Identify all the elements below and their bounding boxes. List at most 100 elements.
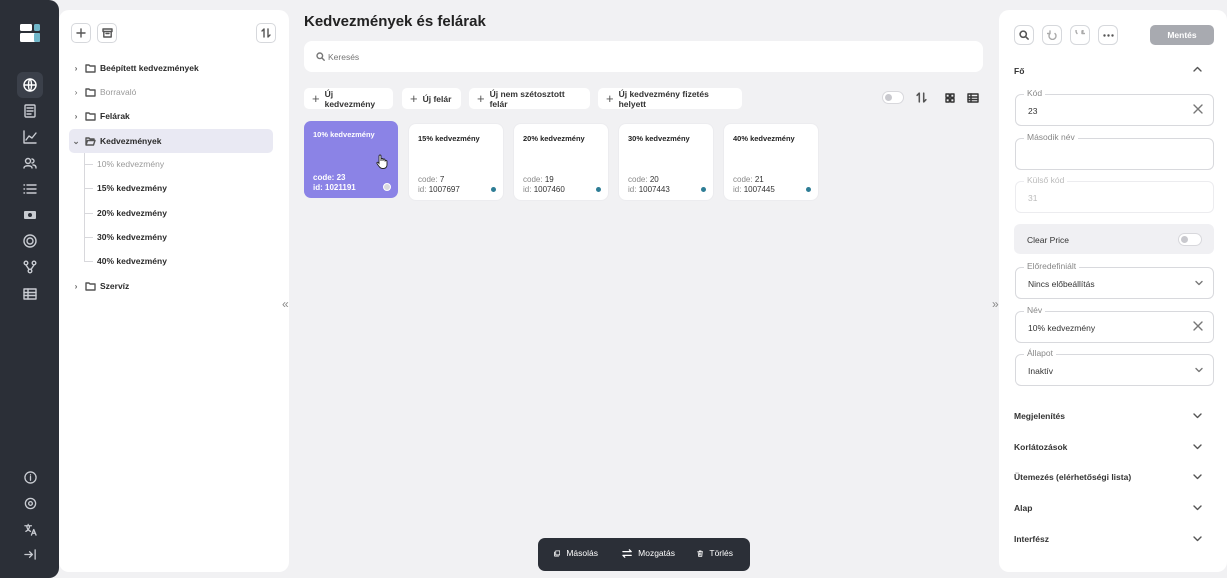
move-button[interactable]: Mozgatás [613, 541, 684, 565]
tree-guide-tick [84, 213, 93, 214]
tree-child-item[interactable]: 15% kedvezmény [97, 178, 167, 198]
lifebuoy-icon[interactable] [17, 228, 43, 254]
code-field[interactable]: 23 [1015, 94, 1214, 126]
section-interface[interactable]: Interfész [1014, 534, 1049, 544]
gear-icon[interactable] [17, 490, 43, 516]
discount-card[interactable]: 15% kedvezmény code: 7 id: 1007697 [409, 124, 503, 200]
tree-item-tips[interactable]: › Borravaló [69, 81, 273, 103]
redo-icon[interactable] [1070, 25, 1090, 45]
section-main-title: Fő [1014, 66, 1025, 76]
sort-button[interactable] [256, 23, 276, 43]
name-field[interactable]: 10% kedvezmény [1015, 311, 1214, 343]
move-icon [622, 548, 632, 558]
save-button[interactable]: Mentés [1150, 25, 1214, 45]
chevron-up-icon[interactable] [1193, 66, 1202, 72]
logo-icon [20, 24, 40, 42]
info-icon[interactable] [17, 464, 43, 490]
clear-price-label: Clear Price [1027, 235, 1070, 245]
tree-item-surcharges[interactable]: › Felárak [69, 105, 273, 127]
new-discount-instead-of-payment-button[interactable]: + Új kedvezmény fizetés helyett [598, 88, 742, 109]
collapse-left-icon[interactable]: « [282, 297, 289, 311]
search-icon[interactable] [1014, 25, 1034, 45]
tree-item-discounts[interactable]: ⌄ Kedvezmények [69, 129, 273, 153]
card-meta: code: 20 id: 1007443 [628, 175, 670, 194]
document-icon[interactable] [17, 98, 43, 124]
tree-guide-line [84, 153, 85, 262]
chevron-down-icon[interactable] [1193, 444, 1202, 450]
second-name-field[interactable] [1015, 138, 1214, 170]
copy-button[interactable]: Másolás [545, 541, 607, 565]
section-schedule[interactable]: Ütemezés (elérhetőségi lista) [1014, 472, 1131, 482]
chevron-down-icon[interactable] [1193, 536, 1202, 542]
search-input[interactable] [328, 49, 928, 65]
new-discount-button[interactable]: + Új kedvezmény [304, 88, 393, 109]
card-title: 15% kedvezmény [418, 134, 480, 143]
flow-icon[interactable] [17, 254, 43, 280]
tree-child-item[interactable]: 20% kedvezmény [97, 203, 167, 223]
status-select[interactable]: Inaktív [1015, 354, 1214, 386]
more-icon[interactable] [1098, 25, 1118, 45]
archive-button[interactable] [97, 23, 117, 43]
status-dot [701, 187, 706, 192]
status-value: Inaktív [1028, 366, 1054, 376]
chart-icon[interactable] [17, 124, 43, 150]
add-folder-button[interactable] [71, 23, 91, 43]
tree-guide-tick [84, 237, 93, 238]
undo-icon[interactable] [1042, 25, 1062, 45]
discount-card[interactable]: 10% kedvezmény code: 23 id: 1021191 [304, 121, 398, 198]
tree-item-builtin-discounts[interactable]: › Beépített kedvezmények [69, 57, 273, 79]
logout-icon[interactable] [17, 541, 43, 567]
plus-icon: + [312, 91, 320, 106]
card-meta: code: 7 id: 1007697 [418, 175, 460, 194]
tree-item-label: Borravaló [100, 87, 137, 97]
status-dot [383, 183, 391, 191]
chevron-down-icon[interactable] [1193, 474, 1202, 480]
chevron-down-icon[interactable] [1193, 505, 1202, 511]
card-title: 20% kedvezmény [523, 134, 585, 143]
chevron-right-icon[interactable]: › [69, 63, 83, 73]
discount-card[interactable]: 30% kedvezmény code: 20 id: 1007443 [619, 124, 713, 200]
chevron-right-icon[interactable]: › [69, 111, 83, 121]
cash-icon[interactable] [17, 202, 43, 228]
tree-item-label: Szervíz [100, 281, 130, 291]
clear-price-toggle[interactable] [1178, 233, 1202, 246]
chevron-right-icon[interactable]: › [69, 87, 83, 97]
chevron-down-icon[interactable]: ⌄ [69, 136, 83, 147]
table-view-icon[interactable] [967, 93, 979, 103]
table-icon[interactable] [17, 281, 43, 307]
translate-icon[interactable] [17, 516, 43, 542]
card-title: 10% kedvezmény [313, 130, 375, 139]
view-toggle-switch[interactable] [882, 91, 904, 104]
new-undistributed-surcharge-button[interactable]: + Új nem szétosztott felár [469, 88, 590, 109]
clear-icon[interactable] [1193, 104, 1203, 114]
sort-icon[interactable] [916, 92, 927, 103]
globe-icon[interactable] [17, 72, 43, 98]
page-title: Kedvezmények és felárak [304, 13, 486, 30]
section-display[interactable]: Megjelenítés [1014, 411, 1065, 421]
move-label: Mozgatás [638, 548, 675, 558]
section-basic[interactable]: Alap [1014, 503, 1032, 513]
tree-child-item[interactable]: 30% kedvezmény [97, 227, 167, 247]
search-bar[interactable] [304, 41, 983, 72]
tree-child-item[interactable]: 10% kedvezmény [97, 154, 164, 174]
section-restrictions[interactable]: Korlátozások [1014, 442, 1067, 452]
tree-child-item[interactable]: 40% kedvezmény [97, 251, 167, 271]
users-icon[interactable] [17, 150, 43, 176]
clear-icon[interactable] [1193, 321, 1203, 331]
tree-item-service[interactable]: › Szervíz [69, 275, 273, 297]
collapse-right-icon[interactable]: » [992, 297, 999, 311]
copy-label: Másolás [566, 548, 598, 558]
grid-view-icon[interactable] [945, 93, 955, 103]
chevron-right-icon[interactable]: › [69, 281, 83, 291]
predefined-select[interactable]: Nincs előbeállítás [1015, 267, 1214, 299]
external-code-field[interactable]: 31 [1015, 181, 1214, 213]
new-surcharge-label: Új felár [422, 93, 452, 104]
plus-icon: + [477, 91, 485, 106]
tree-item-label: Beépített kedvezmények [100, 63, 199, 73]
discount-card[interactable]: 20% kedvezmény code: 19 id: 1007460 [514, 124, 608, 200]
chevron-down-icon[interactable] [1193, 413, 1202, 419]
list-icon[interactable] [17, 176, 43, 202]
delete-button[interactable]: Törlés [688, 541, 742, 565]
new-surcharge-button[interactable]: + Új felár [402, 88, 461, 109]
discount-card[interactable]: 40% kedvezmény code: 21 id: 1007445 [724, 124, 818, 200]
